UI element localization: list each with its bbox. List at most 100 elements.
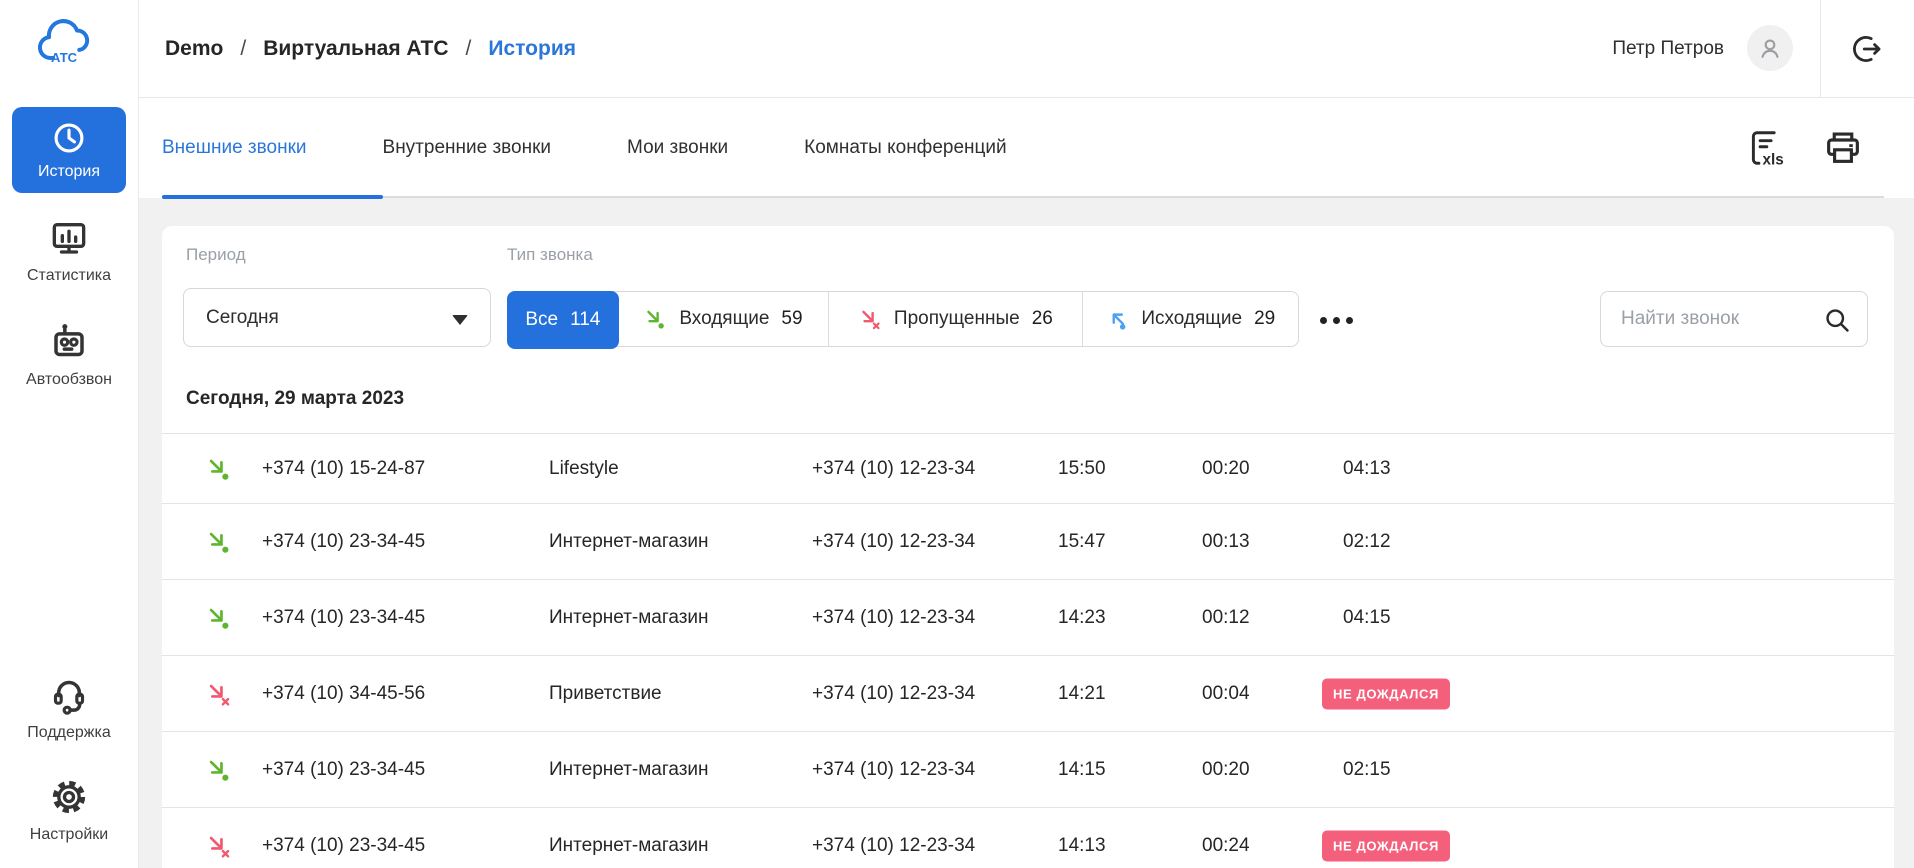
talk-duration: 02:12 (1343, 530, 1391, 552)
sidebar-item-history[interactable]: История (12, 107, 126, 193)
call-row[interactable]: +374 (10) 23-34-45 Интернет-магазин +374… (162, 503, 1894, 579)
call-name: Интернет-магазин (549, 530, 709, 552)
incoming-call-icon (205, 756, 232, 783)
call-type-label: Тип звонка (507, 245, 593, 264)
status-badge: НЕ ДОЖДАЛСЯ (1322, 678, 1450, 709)
export-xls-button[interactable]: xls (1744, 126, 1786, 170)
cloud-icon: АТС (37, 19, 90, 65)
dot (1346, 316, 1353, 324)
call-type-filter: Все 114 Входящие 59 Пропущенные 26 Исход… (507, 291, 1299, 349)
wait-duration: 00:12 (1202, 606, 1250, 628)
call-row[interactable]: +374 (10) 15-24-87 Lifestyle +374 (10) 1… (162, 433, 1894, 503)
wait-duration: 00:04 (1202, 682, 1250, 704)
period-label: Период (186, 245, 246, 264)
tab-conference-rooms[interactable]: Комнаты конференций (804, 137, 1007, 159)
header-divider (1820, 0, 1821, 97)
call-time: 14:21 (1058, 682, 1106, 704)
caller-number: +374 (10) 23-34-45 (262, 758, 426, 780)
sidebar-item-label: Поддержка (27, 724, 111, 741)
sidebar-item-label: Автообзвон (26, 371, 112, 388)
filter-count: 26 (1031, 308, 1053, 329)
call-row[interactable]: +374 (10) 23-34-45 Интернет-магазин +374… (162, 579, 1894, 655)
filter-outgoing-button[interactable]: Исходящие 29 (1081, 292, 1298, 346)
callee-number: +374 (10) 12-23-34 (812, 606, 976, 628)
call-time: 14:13 (1058, 834, 1106, 856)
atc-cloud-logo[interactable]: АТС (36, 10, 102, 80)
tab-my-calls[interactable]: Мои звонки (627, 137, 728, 159)
sidebar-item-label: Настройки (29, 826, 109, 843)
stats-monitor-icon (52, 223, 86, 254)
headset-icon (53, 680, 85, 715)
call-row[interactable]: +374 (10) 23-34-45 Интернет-магазин +374… (162, 731, 1894, 807)
call-time: 15:50 (1058, 457, 1106, 479)
user-name: Петр Петров (1612, 37, 1724, 59)
incoming-call-icon (205, 528, 232, 555)
logout-button[interactable] (1850, 33, 1882, 65)
search-icon[interactable] (1823, 306, 1851, 334)
call-row[interactable]: +374 (10) 23-34-45 Интернет-магазин +374… (162, 807, 1894, 868)
call-time: 15:47 (1058, 530, 1106, 552)
breadcrumb-separator: / (240, 36, 247, 60)
printer-icon (1827, 132, 1859, 163)
call-name: Интернет-магазин (549, 606, 709, 628)
filter-count: 59 (781, 308, 803, 329)
tab-internal-calls[interactable]: Внутренние звонки (383, 137, 552, 159)
period-select[interactable]: Сегодня (183, 288, 491, 347)
svg-text:АТС: АТС (51, 50, 78, 65)
wait-duration: 00:20 (1202, 457, 1250, 479)
filter-incoming-button[interactable]: Входящие 59 (618, 292, 828, 346)
wait-duration: 00:13 (1202, 530, 1250, 552)
filter-label: Входящие (679, 308, 770, 329)
incoming-call-icon (205, 455, 232, 482)
caller-number: +374 (10) 34-45-56 (262, 682, 426, 704)
breadcrumb-separator: / (465, 36, 472, 60)
callee-number: +374 (10) 12-23-34 (812, 758, 976, 780)
print-button[interactable] (1822, 126, 1864, 170)
dot (1333, 316, 1340, 324)
filter-label: Пропущенные (893, 308, 1020, 329)
callee-number: +374 (10) 12-23-34 (812, 530, 976, 552)
breadcrumb-demo[interactable]: Demo (165, 37, 223, 61)
talk-duration: 02:15 (1343, 758, 1391, 780)
sidebar-item-settings[interactable]: Настройки (0, 777, 138, 844)
missed-call-icon (862, 310, 880, 330)
avatar[interactable] (1747, 25, 1793, 71)
caller-number: +374 (10) 15-24-87 (262, 457, 426, 479)
date-heading: Сегодня, 29 марта 2023 (186, 388, 405, 409)
sidebar-item-autodial[interactable]: Автообзвон (0, 320, 138, 389)
caller-number: +374 (10) 23-34-45 (262, 606, 426, 628)
missed-call-icon (205, 832, 232, 859)
xls-file-icon: xls (1751, 131, 1784, 169)
breadcrumb-history-current: История (488, 36, 576, 60)
call-history-panel: Период Тип звонка Сегодня Все 114 Входящ… (162, 226, 1894, 868)
outgoing-call-icon (1112, 313, 1126, 330)
call-rows: +374 (10) 15-24-87 Lifestyle +374 (10) 1… (162, 433, 1894, 868)
user-icon (1761, 39, 1779, 58)
tab-track (162, 196, 1884, 198)
period-value: Сегодня (206, 306, 279, 328)
logout-icon (1853, 36, 1881, 62)
chevron-down-icon (452, 315, 468, 325)
sidebar-item-statistics[interactable]: Статистика (0, 218, 138, 285)
caller-number: +374 (10) 23-34-45 (262, 834, 426, 856)
sidebar: АТС История Статистика Автообзвон Поддер… (0, 0, 139, 868)
call-name: Lifestyle (549, 457, 619, 479)
sidebar-item-support[interactable]: Поддержка (0, 673, 138, 742)
clock-icon (54, 123, 84, 152)
robot-icon (54, 324, 84, 357)
breadcrumb-virtual-pbx[interactable]: Виртуальная АТС (263, 37, 448, 61)
filter-missed-button[interactable]: Пропущенные 26 (828, 292, 1081, 346)
call-row[interactable]: +374 (10) 34-45-56 Приветствие +374 (10)… (162, 655, 1894, 731)
tab-bar: Внешние звонки Внутренние звонки Мои зво… (138, 98, 1914, 199)
callee-number: +374 (10) 12-23-34 (812, 682, 976, 704)
wait-duration: 00:24 (1202, 834, 1250, 856)
tab-external-calls[interactable]: Внешние звонки (162, 137, 307, 159)
filter-label: Все (525, 309, 559, 330)
more-call-types-button[interactable] (1320, 310, 1364, 330)
filter-all-button[interactable]: Все 114 (507, 291, 619, 349)
caller-number: +374 (10) 23-34-45 (262, 530, 426, 552)
filter-count: 114 (570, 309, 601, 330)
callee-number: +374 (10) 12-23-34 (812, 834, 976, 856)
filter-count: 29 (1254, 308, 1276, 329)
call-time: 14:15 (1058, 758, 1106, 780)
